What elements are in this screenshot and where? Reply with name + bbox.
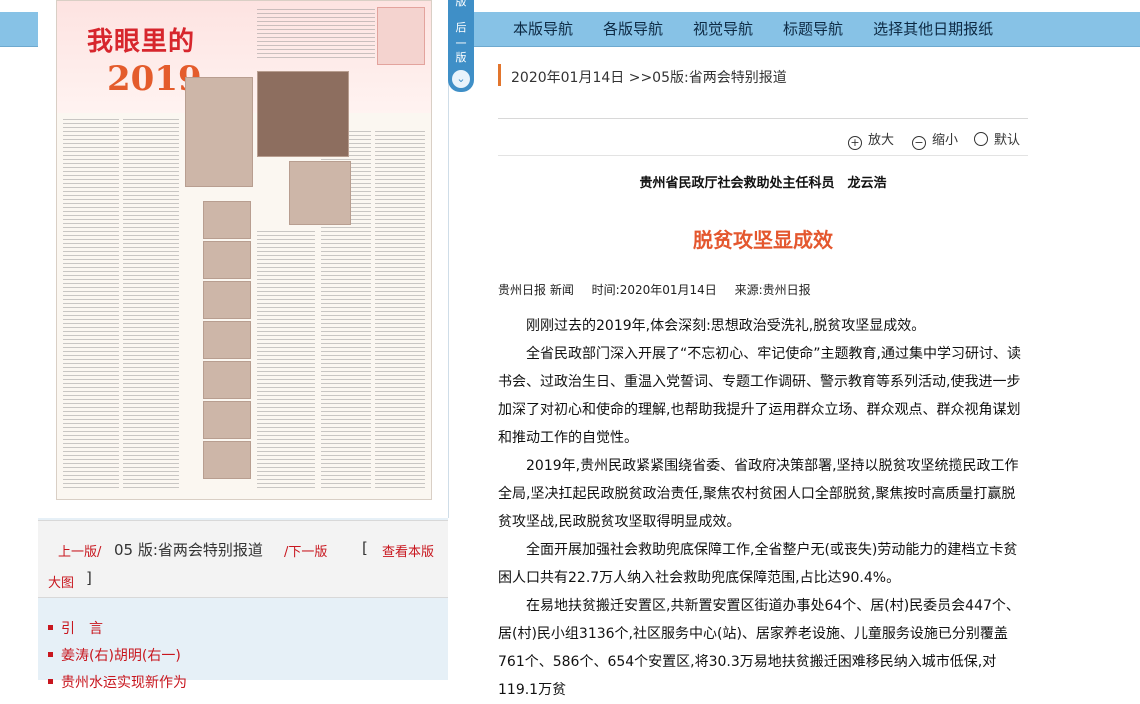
article-paragraph: 刚刚过去的2019年,体会深刻:思想政治受洗礼,脱贫攻坚显成效。 [526,318,926,334]
bracket-close: ] [86,569,92,587]
default-size-button[interactable]: 默认 [974,129,1020,148]
prev-page-link[interactable]: 上一版/ [58,541,101,560]
text-column [375,131,425,489]
text-column [257,9,375,59]
decorative-ornament [377,7,425,65]
article-link[interactable]: 贵州水运实现新作为 [61,672,187,692]
article-link[interactable]: 姜涛(右)胡明(右一) [61,645,181,665]
page-thumbnail-panel: 我眼里的 2019 [38,0,449,518]
photo [203,281,251,319]
nav-all-pages[interactable]: 各版导航 [603,12,663,46]
zoom-out-label: 缩小 [932,133,959,148]
article-body: 刚刚过去的2019年,体会深刻:思想政治受洗礼,脱贫攻坚显成效。 全省民政部门深… [498,312,1028,704]
top-nav: 本版导航 各版导航 视觉导航 标题导航 选择其他日期报纸 [513,12,1023,46]
nav-headlines[interactable]: 标题导航 [783,12,843,46]
photo [203,201,251,239]
side-tab-char: 一 [455,37,467,50]
current-page-label: 05 版:省两会特别报道 [114,541,263,559]
zoom-in-label: 放大 [868,133,895,148]
article-headline: 脱贫攻坚显成效 [693,228,833,252]
photo [203,361,251,399]
minus-icon: − [912,136,926,150]
next-page-side-tab[interactable]: 版 后 一 版 ⌄ [448,0,474,92]
article-meta: 贵州日报 新闻 时间:2020年01月14日 来源:贵州日报 [498,281,825,298]
next-page-link[interactable]: /下一版 [284,541,327,560]
text-column [123,119,179,489]
photo [203,401,251,439]
article-source-paper: 贵州日报 新闻 [498,283,574,297]
article-paragraph: 2019年,贵州民政紧紧围绕省委、省政府决策部署,坚持以脱贫攻坚统揽民政工作全局… [498,458,1019,530]
text-column [63,119,119,489]
side-tab-char: 版 [455,0,467,8]
page-navigation: 上一版/ 05 版:省两会特别报道 /下一版 [ 查看本版 大图 ] [38,520,448,598]
radio-icon [974,132,988,146]
newspaper-banner-title: 我眼里的 [87,27,196,57]
photo [257,71,349,157]
article-author: 贵州省民政厅社会救助处主任科员 龙云浩 [639,176,887,191]
photo [203,321,251,359]
plus-icon: + [848,136,862,150]
text-size-toolbar: + 放大 − 缩小 默认 [498,118,1028,156]
article-link[interactable]: 引 言 [61,618,103,638]
zoom-out-button[interactable]: − 缩小 [912,129,958,150]
bracket-open: [ [362,539,368,557]
photo [289,161,351,225]
newspaper-page-image[interactable]: 我眼里的 2019 [56,0,432,500]
side-tab-char: 后 [455,21,467,34]
bullet-icon [48,625,53,630]
nav-visual[interactable]: 视觉导航 [693,12,753,46]
text-column [257,231,315,489]
view-large-image-link-cont[interactable]: 大图 [48,572,74,591]
article-source: 来源:贵州日报 [734,283,811,297]
photo [203,241,251,279]
photo [185,77,253,187]
breadcrumb: 2020年01月14日 >>05版:省两会特别报道 [498,64,787,86]
article-paragraph: 全面开展加强社会救助兜底保障工作,全省整户无(或丧失)劳动能力的建档立卡贫困人口… [498,542,1018,586]
chevron-down-icon: ⌄ [452,70,470,88]
nav-select-date[interactable]: 选择其他日期报纸 [873,12,993,46]
photo [203,441,251,479]
article-paragraph: 全省民政部门深入开展了“不忘初心、牢记使命”主题教育,通过集中学习研讨、读书会、… [498,346,1021,446]
breadcrumb-text: 2020年01月14日 >>05版:省两会特别报道 [511,70,787,86]
left-pane: 我眼里的 2019 上一版/ 05 版:省两会特别报道 /下一版 [查看本版 … [38,0,449,691]
article-paragraph: 在易地扶贫搬迁安置区,共新置安置区街道办事处64个、居(村)民委员会447个、居… [498,598,1020,698]
nav-this-page[interactable]: 本版导航 [513,12,573,46]
bullet-icon [48,652,53,657]
view-large-image-link[interactable]: 查看本版 [382,541,434,560]
zoom-in-button[interactable]: + 放大 [848,129,894,150]
side-tab-char: 版 [455,51,467,64]
article-time: 时间:2020年01月14日 [591,283,717,297]
default-size-label: 默认 [994,133,1021,148]
